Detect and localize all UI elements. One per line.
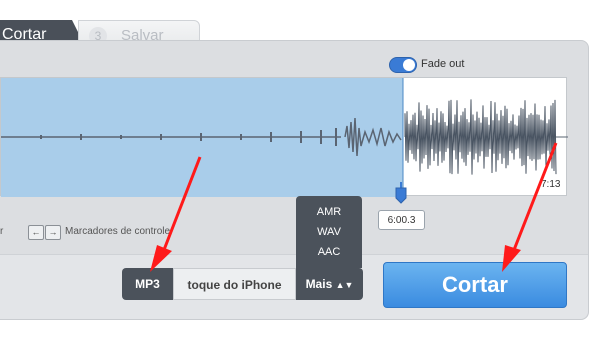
more-formats-label: Mais bbox=[305, 277, 333, 291]
format-iphone-button[interactable]: toque do iPhone bbox=[173, 268, 296, 300]
more-formats-button[interactable]: Mais ▲▼ bbox=[296, 268, 363, 300]
waveform[interactable] bbox=[0, 77, 568, 197]
format-mp3-label: MP3 bbox=[135, 277, 160, 291]
right-arrow-key-icon: → bbox=[45, 225, 61, 240]
waveform-graphic bbox=[1, 78, 568, 197]
playhead-handle[interactable] bbox=[394, 182, 408, 204]
toggle-knob bbox=[403, 59, 415, 71]
sort-arrows-icon: ▲▼ bbox=[335, 280, 354, 290]
more-formats-menu: AMR WAV AAC bbox=[296, 196, 362, 268]
cut-button[interactable]: Cortar bbox=[383, 262, 567, 308]
current-time-display[interactable]: 6:00.3 bbox=[378, 210, 425, 230]
end-time: 7:13 bbox=[541, 179, 561, 190]
waveform-loud-section bbox=[404, 99, 557, 175]
format-option-aac[interactable]: AAC bbox=[296, 246, 362, 258]
fade-out-toggle[interactable] bbox=[389, 57, 417, 73]
markers-hint: Marcadores de controle bbox=[65, 226, 171, 237]
format-mp3-button[interactable]: MP3 bbox=[122, 268, 173, 300]
format-option-amr[interactable]: AMR bbox=[296, 206, 362, 218]
cut-button-label: Cortar bbox=[441, 272, 508, 297]
format-option-wav[interactable]: WAV bbox=[296, 226, 362, 238]
current-time-value: 6:00.3 bbox=[387, 215, 416, 226]
hint-fragment: r bbox=[0, 226, 4, 237]
format-iphone-label: toque do iPhone bbox=[187, 278, 282, 292]
fade-out-label: Fade out bbox=[421, 58, 465, 70]
left-arrow-key-icon: ← bbox=[28, 225, 44, 240]
